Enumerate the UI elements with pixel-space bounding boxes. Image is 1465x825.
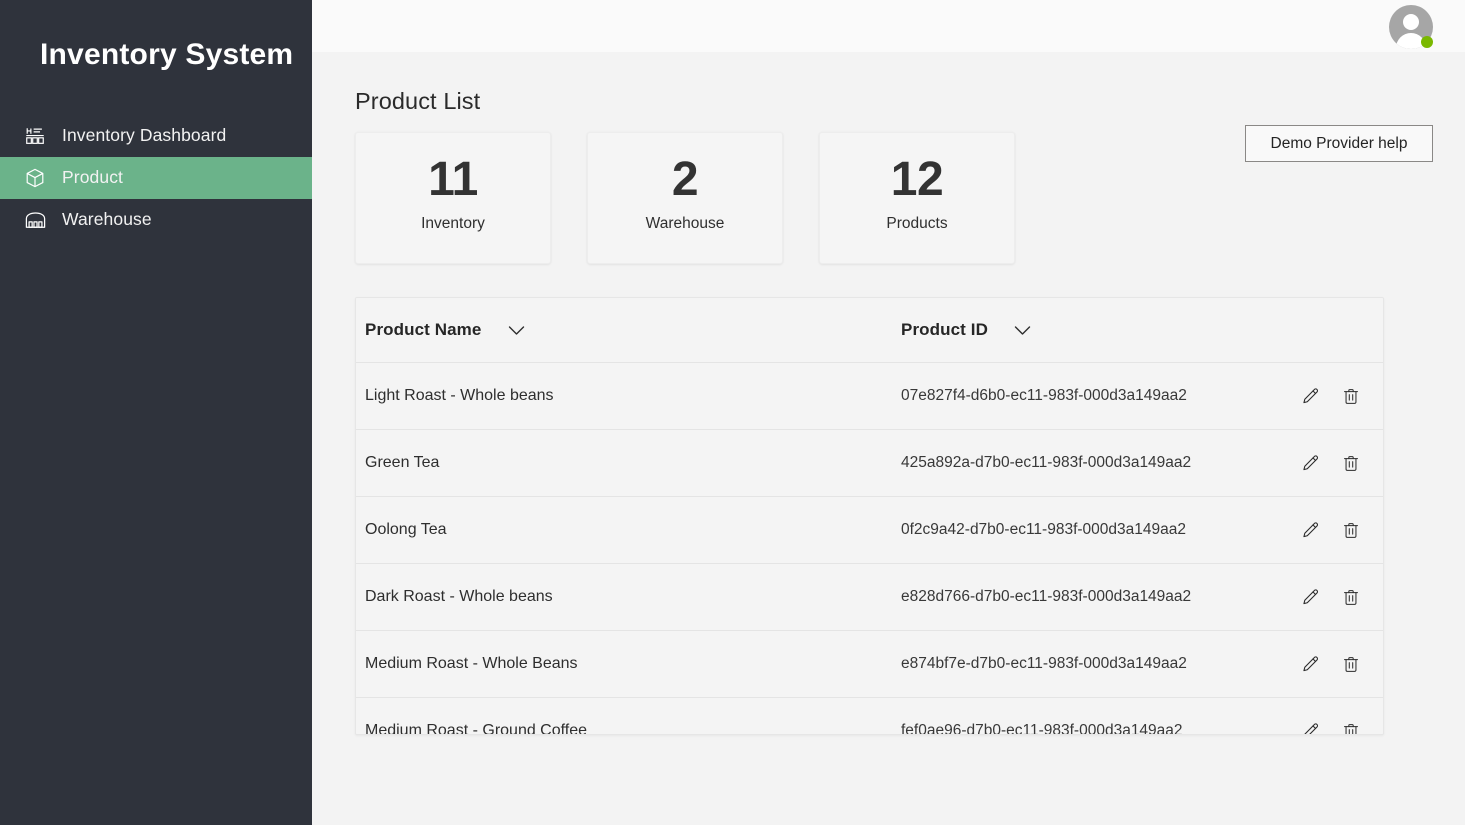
column-header-label: Product Name — [365, 320, 481, 340]
cell-product-id: 0f2c9a42-d7b0-ec11-983f-000d3a149aa2 — [901, 521, 1299, 539]
edit-pencil-icon[interactable] — [1299, 519, 1321, 541]
cell-product-name: Light Roast - Whole beans — [356, 387, 901, 405]
demo-provider-help-button[interactable]: Demo Provider help — [1245, 125, 1433, 162]
sidebar-item-label: Product — [62, 169, 123, 188]
sidebar-item-product[interactable]: Product — [0, 157, 312, 199]
cell-product-name: Oolong Tea — [356, 521, 901, 539]
stat-label: Inventory — [421, 215, 485, 233]
cell-product-id: e874bf7e-d7b0-ec11-983f-000d3a149aa2 — [901, 655, 1299, 673]
edit-pencil-icon[interactable] — [1299, 452, 1321, 474]
delete-trash-icon[interactable] — [1340, 720, 1362, 735]
app-root: Inventory System Inventory Dashboard — [0, 0, 1465, 825]
table-row[interactable]: Light Roast - Whole beans 07e827f4-d6b0-… — [356, 363, 1383, 430]
table-row[interactable]: Medium Roast - Whole Beans e874bf7e-d7b0… — [356, 631, 1383, 698]
cell-product-id: 425a892a-d7b0-ec11-983f-000d3a149aa2 — [901, 454, 1299, 472]
cell-product-id: 07e827f4-d6b0-ec11-983f-000d3a149aa2 — [901, 387, 1299, 405]
delete-trash-icon[interactable] — [1340, 653, 1362, 675]
avatar[interactable] — [1389, 5, 1433, 49]
sidebar-nav: Inventory Dashboard Product — [0, 115, 312, 241]
column-header-product-name[interactable]: Product Name — [356, 320, 901, 340]
delete-trash-icon[interactable] — [1340, 385, 1362, 407]
top-bar — [312, 0, 1465, 52]
table-body: Light Roast - Whole beans 07e827f4-d6b0-… — [356, 363, 1383, 735]
stat-card-products: 12 Products — [819, 132, 1015, 264]
edit-pencil-icon[interactable] — [1299, 586, 1321, 608]
table-row[interactable]: Dark Roast - Whole beans e828d766-d7b0-e… — [356, 564, 1383, 631]
stat-label: Products — [886, 215, 947, 233]
stat-label: Warehouse — [646, 215, 725, 233]
cell-product-name: Medium Roast - Whole Beans — [356, 655, 901, 673]
delete-trash-icon[interactable] — [1340, 586, 1362, 608]
product-table: Product Name Product ID — [355, 297, 1384, 735]
warehouse-building-icon — [21, 206, 49, 234]
column-header-label: Product ID — [901, 320, 988, 340]
edit-pencil-icon[interactable] — [1299, 385, 1321, 407]
sidebar-item-label: Warehouse — [62, 211, 152, 230]
cell-actions — [1299, 385, 1383, 407]
sidebar-item-label: Inventory Dashboard — [62, 127, 226, 146]
main-area: Product List Demo Provider help 11 Inven… — [312, 0, 1465, 825]
stat-value: 11 — [428, 153, 478, 207]
page-title: Product List — [355, 88, 1465, 115]
cell-actions — [1299, 720, 1383, 735]
cell-product-name: Dark Roast - Whole beans — [356, 588, 901, 606]
cell-actions — [1299, 586, 1383, 608]
stat-value: 12 — [891, 153, 943, 207]
cell-actions — [1299, 452, 1383, 474]
table-row[interactable]: Oolong Tea 0f2c9a42-d7b0-ec11-983f-000d3… — [356, 497, 1383, 564]
package-box-icon — [21, 164, 49, 192]
cell-product-id: e828d766-d7b0-ec11-983f-000d3a149aa2 — [901, 588, 1299, 606]
sidebar-item-warehouse[interactable]: Warehouse — [0, 199, 312, 241]
sidebar: Inventory System Inventory Dashboard — [0, 0, 312, 825]
chevron-down-icon[interactable] — [506, 320, 526, 340]
cell-actions — [1299, 519, 1383, 541]
status-online-indicator — [1421, 36, 1433, 48]
sidebar-item-inventory-dashboard[interactable]: Inventory Dashboard — [0, 115, 312, 157]
stat-card-warehouse: 2 Warehouse — [587, 132, 783, 264]
chevron-down-icon[interactable] — [1013, 320, 1033, 340]
column-header-product-id[interactable]: Product ID — [901, 320, 1299, 340]
table-row[interactable]: Medium Roast - Ground Coffee fef0ae96-d7… — [356, 698, 1383, 735]
table-header-row: Product Name Product ID — [356, 298, 1383, 363]
app-title: Inventory System — [0, 0, 312, 74]
cell-product-name: Medium Roast - Ground Coffee — [356, 722, 901, 735]
avatar-head — [1403, 14, 1419, 30]
cell-actions — [1299, 653, 1383, 675]
delete-trash-icon[interactable] — [1340, 519, 1362, 541]
stat-value: 2 — [672, 153, 698, 207]
edit-pencil-icon[interactable] — [1299, 653, 1321, 675]
dashboard-chart-icon — [21, 122, 49, 150]
edit-pencil-icon[interactable] — [1299, 720, 1321, 735]
page-content: Product List Demo Provider help 11 Inven… — [312, 88, 1465, 735]
delete-trash-icon[interactable] — [1340, 452, 1362, 474]
cell-product-name: Green Tea — [356, 454, 901, 472]
stat-card-inventory: 11 Inventory — [355, 132, 551, 264]
cell-product-id: fef0ae96-d7b0-ec11-983f-000d3a149aa2 — [901, 722, 1299, 735]
table-row[interactable]: Green Tea 425a892a-d7b0-ec11-983f-000d3a… — [356, 430, 1383, 497]
